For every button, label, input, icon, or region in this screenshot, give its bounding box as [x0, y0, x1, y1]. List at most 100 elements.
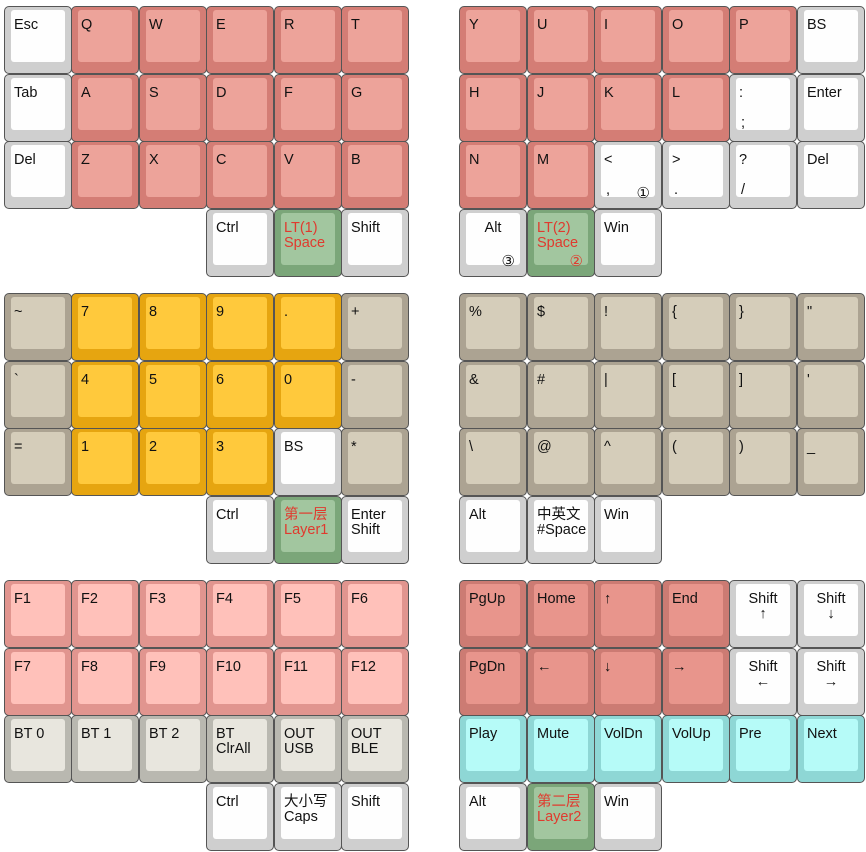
key[interactable]: 4: [71, 361, 139, 429]
key[interactable]: Shift →: [797, 648, 865, 716]
key[interactable]: ? /: [729, 141, 797, 209]
key[interactable]: Enter: [797, 74, 865, 142]
key[interactable]: Q: [71, 6, 139, 74]
key[interactable]: LT(1) Space: [274, 209, 342, 277]
key[interactable]: K: [594, 74, 662, 142]
key[interactable]: $: [527, 293, 595, 361]
key[interactable]: F7: [4, 648, 72, 716]
key[interactable]: 5: [139, 361, 207, 429]
key[interactable]: Y: [459, 6, 527, 74]
key[interactable]: [: [662, 361, 730, 429]
key[interactable]: BT 0: [4, 715, 72, 783]
key[interactable]: X: [139, 141, 207, 209]
key[interactable]: P: [729, 6, 797, 74]
key[interactable]: BT ClrAll: [206, 715, 274, 783]
key[interactable]: →: [662, 648, 730, 716]
key[interactable]: U: [527, 6, 595, 74]
key[interactable]: .: [274, 293, 342, 361]
key[interactable]: *: [341, 428, 409, 496]
key[interactable]: I: [594, 6, 662, 74]
key[interactable]: M: [527, 141, 595, 209]
key[interactable]: 0: [274, 361, 342, 429]
key[interactable]: Shift ↑: [729, 580, 797, 648]
key[interactable]: W: [139, 6, 207, 74]
key[interactable]: F6: [341, 580, 409, 648]
key[interactable]: =: [4, 428, 72, 496]
key[interactable]: Z: [71, 141, 139, 209]
key[interactable]: \: [459, 428, 527, 496]
key[interactable]: <, ①: [594, 141, 662, 209]
key[interactable]: 大小写 Caps: [274, 783, 342, 851]
key[interactable]: B: [341, 141, 409, 209]
key[interactable]: &: [459, 361, 527, 429]
key[interactable]: %: [459, 293, 527, 361]
key[interactable]: 2: [139, 428, 207, 496]
key[interactable]: 9: [206, 293, 274, 361]
key[interactable]: :;: [729, 74, 797, 142]
key[interactable]: ': [797, 361, 865, 429]
key[interactable]: 中英文 #Space: [527, 496, 595, 564]
key[interactable]: {: [662, 293, 730, 361]
key[interactable]: H: [459, 74, 527, 142]
key[interactable]: BT 1: [71, 715, 139, 783]
key[interactable]: (: [662, 428, 730, 496]
key[interactable]: OUT BLE: [341, 715, 409, 783]
key[interactable]: ↓: [594, 648, 662, 716]
key[interactable]: Win: [594, 496, 662, 564]
key[interactable]: F3: [139, 580, 207, 648]
key[interactable]: ~: [4, 293, 72, 361]
key[interactable]: _: [797, 428, 865, 496]
key[interactable]: Win: [594, 783, 662, 851]
key[interactable]: Ctrl: [206, 496, 274, 564]
key[interactable]: |: [594, 361, 662, 429]
key[interactable]: J: [527, 74, 595, 142]
key[interactable]: @: [527, 428, 595, 496]
key[interactable]: 8: [139, 293, 207, 361]
key[interactable]: F9: [139, 648, 207, 716]
key[interactable]: 7: [71, 293, 139, 361]
key[interactable]: F11: [274, 648, 342, 716]
key[interactable]: F5: [274, 580, 342, 648]
key[interactable]: 第一层 Layer1: [274, 496, 342, 564]
key[interactable]: #: [527, 361, 595, 429]
key[interactable]: ↑: [594, 580, 662, 648]
key[interactable]: Mute: [527, 715, 595, 783]
key[interactable]: Del: [4, 141, 72, 209]
key[interactable]: Alt: [459, 496, 527, 564]
key[interactable]: C: [206, 141, 274, 209]
key[interactable]: S: [139, 74, 207, 142]
key[interactable]: Shift: [341, 209, 409, 277]
key[interactable]: F10: [206, 648, 274, 716]
key[interactable]: -: [341, 361, 409, 429]
key[interactable]: Ctrl: [206, 209, 274, 277]
key[interactable]: 3: [206, 428, 274, 496]
key[interactable]: D: [206, 74, 274, 142]
key[interactable]: F: [274, 74, 342, 142]
key[interactable]: VolUp: [662, 715, 730, 783]
key[interactable]: V: [274, 141, 342, 209]
key[interactable]: O: [662, 6, 730, 74]
key[interactable]: Ctrl: [206, 783, 274, 851]
key[interactable]: +: [341, 293, 409, 361]
key[interactable]: F8: [71, 648, 139, 716]
key[interactable]: OUT USB: [274, 715, 342, 783]
key[interactable]: L: [662, 74, 730, 142]
key[interactable]: ]: [729, 361, 797, 429]
key[interactable]: Alt: [459, 783, 527, 851]
key[interactable]: BS: [274, 428, 342, 496]
key[interactable]: Enter Shift: [341, 496, 409, 564]
key[interactable]: G: [341, 74, 409, 142]
key[interactable]: Home: [527, 580, 595, 648]
key[interactable]: F2: [71, 580, 139, 648]
key[interactable]: ": [797, 293, 865, 361]
key[interactable]: Shift ←: [729, 648, 797, 716]
key[interactable]: E: [206, 6, 274, 74]
key[interactable]: Alt ③: [459, 209, 527, 277]
key[interactable]: Pre: [729, 715, 797, 783]
key[interactable]: F4: [206, 580, 274, 648]
key[interactable]: PgUp: [459, 580, 527, 648]
key[interactable]: Del: [797, 141, 865, 209]
key[interactable]: 6: [206, 361, 274, 429]
key[interactable]: Play: [459, 715, 527, 783]
key[interactable]: `: [4, 361, 72, 429]
